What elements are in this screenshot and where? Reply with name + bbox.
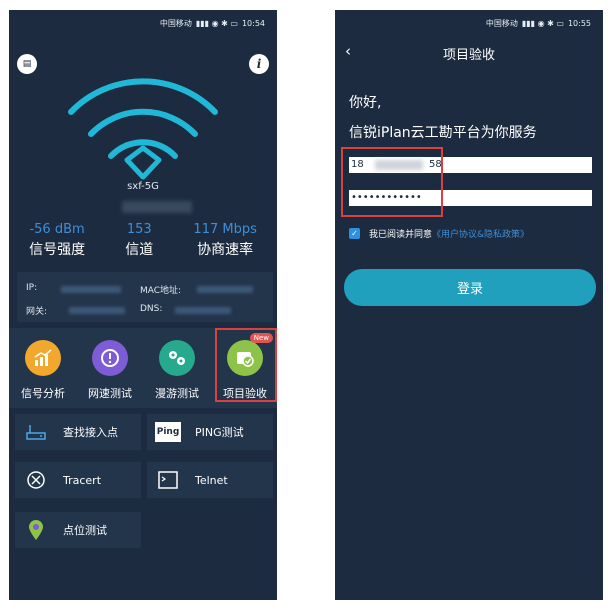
carrier-label: 中国移动 <box>159 18 192 28</box>
time-label: 10:55 <box>567 18 591 28</box>
gateway-value-redacted <box>69 307 125 314</box>
location-test-button[interactable]: 点位测试 <box>15 512 141 548</box>
tool-signal-analysis[interactable]: 信号分析 <box>13 328 73 401</box>
highlight-box <box>341 147 443 217</box>
mac-label: MAC地址: <box>140 286 182 296</box>
status-bar: 中国移动 ▮▮▮ ◉ ✱ ▭ 10:55 <box>335 10 603 36</box>
wifi-signal-icon <box>68 78 218 180</box>
stat-rate: 117 Mbps 协商速率 <box>193 222 256 259</box>
ip-value-redacted <box>61 286 121 293</box>
speed-test-icon <box>92 340 128 376</box>
network-signal-icon: ▮▮▮ ◉ ✱ ▭ <box>521 18 564 28</box>
tracert-button[interactable]: Tracert <box>15 462 141 498</box>
network-info-panel: IP: MAC地址: 网关: DNS: <box>17 272 273 322</box>
dns-label: DNS: <box>140 304 163 314</box>
ssid-label: sxf-5G <box>127 181 159 192</box>
tool-speed-test[interactable]: 网速测试 <box>80 328 140 401</box>
policy-link[interactable]: 《用户协议&隐私政策》 <box>432 227 529 240</box>
access-point-icon <box>23 422 49 442</box>
tool-roaming-test[interactable]: 漫游测试 <box>147 328 207 401</box>
feedback-button[interactable]: ▤ <box>17 54 37 74</box>
agree-text: 我已阅读并同意 <box>369 230 433 240</box>
ssid-mac-redacted <box>122 201 192 213</box>
roaming-test-icon <box>159 340 195 376</box>
location-test-icon <box>23 520 49 540</box>
stat-value: -56 dBm <box>29 222 85 237</box>
nav-bar: ‹ 项目验收 <box>335 36 603 66</box>
network-signal-icon: ▮▮▮ ◉ ✱ ▭ <box>195 18 238 28</box>
list-label: PING测试 <box>195 426 244 439</box>
status-bar: 中国移动 ▮▮▮ ◉ ✱ ▭ 10:54 <box>9 10 277 36</box>
list-label: Tracert <box>63 473 102 487</box>
list-label: 点位测试 <box>63 524 107 537</box>
ping-test-button[interactable]: Ping PING测试 <box>147 414 273 450</box>
stat-label: 信道 <box>125 242 154 258</box>
ping-icon: Ping <box>155 422 181 442</box>
stat-channel: 153 信道 <box>125 222 153 259</box>
agreement-checkbox[interactable]: ✓ <box>349 228 360 239</box>
subtitle-text: 信锐iPlan云工勘平台为你服务 <box>349 125 537 141</box>
greeting-text: 你好, <box>349 95 382 111</box>
tool-label: 信号分析 <box>21 387 65 400</box>
list-label: Telnet <box>195 473 228 487</box>
telnet-button[interactable]: Telnet <box>147 462 273 498</box>
time-label: 10:54 <box>241 18 265 28</box>
gateway-label: 网关: <box>26 307 48 317</box>
wifi-main-screen: 中国移动 ▮▮▮ ◉ ✱ ▭ 10:54 ▤ i sxf-5G -56 dBm … <box>9 10 277 600</box>
tool-label: 网速测试 <box>88 387 132 400</box>
info-button[interactable]: i <box>249 54 269 74</box>
message-icon: ▤ <box>22 59 32 69</box>
stat-label: 协商速率 <box>197 242 254 258</box>
list-label: 查找接入点 <box>63 426 118 439</box>
project-acceptance-login-screen: 中国移动 ▮▮▮ ◉ ✱ ▭ 10:55 ‹ 项目验收 你好, 信锐iPlan云… <box>335 10 603 600</box>
dns-value-redacted <box>175 307 231 314</box>
signal-analysis-icon <box>25 340 61 376</box>
mac-value-redacted <box>197 286 253 293</box>
check-icon: ✓ <box>351 229 358 238</box>
ip-label: IP: <box>26 283 38 293</box>
tracert-icon <box>23 470 49 490</box>
stat-label: 信号强度 <box>29 242 86 258</box>
info-icon: i <box>256 57 262 71</box>
telnet-icon <box>155 470 181 490</box>
page-title: 项目验收 <box>442 48 495 63</box>
stat-value: 153 <box>126 222 152 237</box>
signal-stats: -56 dBm 信号强度 153 信道 117 Mbps 协商速率 <box>9 222 277 259</box>
login-button[interactable]: 登录 <box>344 269 596 306</box>
stat-signal: -56 dBm 信号强度 <box>29 222 85 259</box>
highlight-box <box>215 328 277 402</box>
agreement-row: ✓ 我已阅读并同意 《用户协议&隐私政策》 <box>349 227 529 240</box>
carrier-label: 中国移动 <box>485 18 518 28</box>
stat-value: 117 Mbps <box>193 222 257 237</box>
tool-label: 漫游测试 <box>155 387 199 400</box>
find-access-point-button[interactable]: 查找接入点 <box>15 414 141 450</box>
